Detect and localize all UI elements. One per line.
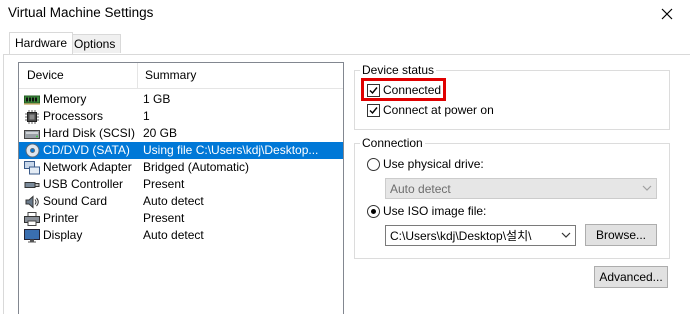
connect-at-power-on-label: Connect at power on bbox=[383, 103, 494, 117]
device-row-hard-disk[interactable]: Hard Disk (SCSI) 20 GB bbox=[19, 125, 343, 142]
memory-icon bbox=[24, 92, 40, 107]
device-name: Printer bbox=[43, 211, 79, 225]
device-row-processors[interactable]: Processors 1 bbox=[19, 108, 343, 125]
printer-icon bbox=[24, 211, 40, 226]
checkbox-box[interactable] bbox=[367, 103, 380, 117]
physical-drive-value: Auto detect bbox=[390, 181, 451, 196]
tab-hardware[interactable]: Hardware bbox=[9, 32, 74, 54]
browse-button[interactable]: Browse... bbox=[585, 224, 657, 246]
network-adapter-icon bbox=[24, 160, 40, 175]
device-summary: Using file C:\Users\kdj\Desktop... bbox=[143, 143, 319, 157]
list-header: Device Summary bbox=[19, 63, 343, 89]
device-row-sound-card[interactable]: Sound Card Auto detect bbox=[19, 193, 343, 210]
tab-strip: Hardware Options bbox=[0, 30, 690, 54]
radio-circle[interactable] bbox=[367, 157, 380, 171]
device-summary: 1 bbox=[143, 109, 150, 123]
device-name: Memory bbox=[43, 92, 87, 106]
radio-circle[interactable] bbox=[367, 204, 380, 218]
device-summary: Present bbox=[143, 177, 185, 191]
device-row-usb-controller[interactable]: USB Controller Present bbox=[19, 176, 343, 193]
checkmark-icon bbox=[369, 106, 378, 114]
device-status-label: Device status bbox=[360, 63, 437, 77]
device-summary: Bridged (Automatic) bbox=[143, 160, 250, 174]
sound-card-icon bbox=[24, 194, 40, 209]
device-row-cd-dvd[interactable]: CD/DVD (SATA) Using file C:\Users\kdj\De… bbox=[19, 142, 343, 159]
use-physical-drive-radio[interactable]: Use physical drive: bbox=[367, 157, 484, 171]
column-header-summary[interactable]: Summary bbox=[137, 63, 335, 88]
device-row-printer[interactable]: Printer Present bbox=[19, 210, 343, 227]
title-bar: Virtual Machine Settings bbox=[0, 0, 690, 28]
highlight-box bbox=[361, 78, 446, 101]
close-button[interactable] bbox=[644, 0, 690, 28]
window-title: Virtual Machine Settings bbox=[8, 5, 154, 20]
usb-icon bbox=[24, 177, 40, 192]
radio-dot bbox=[371, 208, 376, 214]
chevron-down-icon bbox=[642, 185, 652, 191]
tab-options[interactable]: Options bbox=[68, 34, 122, 53]
chevron-down-icon bbox=[561, 232, 571, 238]
use-iso-image-label: Use ISO image file: bbox=[383, 204, 487, 218]
device-summary: Auto detect bbox=[143, 194, 204, 208]
device-summary: Auto detect bbox=[143, 228, 204, 242]
cd-dvd-icon bbox=[24, 143, 40, 158]
device-name: Sound Card bbox=[43, 194, 108, 208]
connect-at-power-on-checkbox[interactable]: Connect at power on bbox=[367, 103, 494, 117]
device-name: USB Controller bbox=[43, 177, 124, 191]
device-row-memory[interactable]: Memory 1 GB bbox=[19, 91, 343, 108]
device-name: Network Adapter bbox=[43, 160, 132, 174]
connection-label: Connection bbox=[360, 136, 425, 150]
advanced-button[interactable]: Advanced... bbox=[594, 266, 668, 288]
iso-path-value: C:\Users\kdj\Desktop\설치\ bbox=[390, 229, 532, 243]
device-summary: 20 GB bbox=[143, 126, 178, 140]
physical-drive-select[interactable]: Auto detect bbox=[385, 178, 657, 199]
use-physical-drive-label: Use physical drive: bbox=[383, 157, 484, 171]
iso-path-select[interactable]: C:\Users\kdj\Desktop\설치\ bbox=[385, 225, 576, 246]
device-name: CD/DVD (SATA) bbox=[43, 143, 130, 157]
display-icon bbox=[24, 228, 40, 243]
device-name: Processors bbox=[43, 109, 104, 123]
device-name: Hard Disk (SCSI) bbox=[43, 126, 136, 140]
device-name: Display bbox=[43, 228, 83, 242]
hard-disk-icon bbox=[24, 126, 40, 141]
close-icon bbox=[661, 8, 673, 20]
device-row-network-adapter[interactable]: Network Adapter Bridged (Automatic) bbox=[19, 159, 343, 176]
processor-icon bbox=[24, 109, 40, 124]
device-summary: 1 GB bbox=[143, 92, 171, 106]
column-header-device[interactable]: Device bbox=[19, 63, 137, 88]
device-row-display[interactable]: Display Auto detect bbox=[19, 227, 343, 244]
device-summary: Present bbox=[143, 211, 185, 225]
device-list[interactable]: Device Summary Memory 1 GB Processors 1 … bbox=[18, 62, 344, 314]
use-iso-image-radio[interactable]: Use ISO image file: bbox=[367, 204, 486, 218]
